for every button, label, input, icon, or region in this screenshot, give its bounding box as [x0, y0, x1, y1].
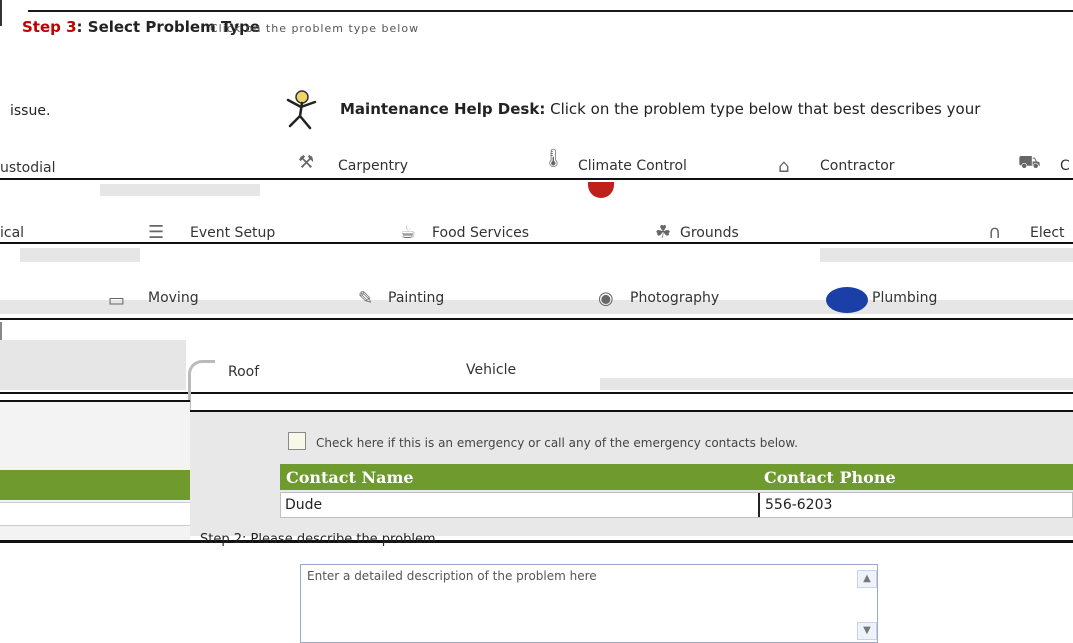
top-rule — [28, 10, 1073, 12]
category-vehicle[interactable]: Vehicle — [466, 362, 516, 378]
helpdesk-description: Click on the problem type below that bes… — [550, 100, 981, 118]
row4-rule — [0, 392, 1073, 394]
category-carpentry[interactable]: Carpentry — [338, 158, 408, 174]
food-services-icon: ☕ — [400, 222, 417, 243]
description-textarea[interactable]: Enter a detailed description of the prob… — [300, 564, 878, 643]
cell-divider — [758, 493, 760, 517]
helpdesk-title: Maintenance Help Desk: Click on the prob… — [340, 100, 980, 118]
category-painting[interactable]: Painting — [388, 290, 444, 306]
left-panel — [0, 400, 190, 542]
step-title-number: Step 3 — [22, 18, 77, 36]
row4-band-left — [0, 340, 186, 390]
moving-icon: ▭ — [108, 290, 126, 311]
contact-name-cell: Dude — [285, 497, 323, 513]
saw-icon: ⚒ — [298, 152, 315, 173]
category-electrical[interactable]: Elect — [1030, 225, 1065, 241]
row4-band-right — [600, 378, 1073, 390]
contacts-table-header: Contact Name Contact Phone — [280, 464, 1073, 490]
scroll-up-icon[interactable]: ▲ — [857, 570, 877, 588]
grounds-icon: ☘ — [655, 222, 672, 243]
emergency-checkbox[interactable] — [288, 432, 306, 450]
category-c[interactable]: C — [1060, 158, 1070, 174]
plumbing-badge-icon — [826, 287, 868, 313]
contact-phone-header: Contact Phone — [764, 468, 896, 487]
category-moving[interactable]: Moving — [148, 290, 199, 306]
electrical-icon: ∩ — [988, 222, 1002, 243]
category-contractor[interactable]: Contractor — [820, 158, 895, 174]
helpdesk-title-strong: Maintenance Help Desk: — [340, 100, 546, 118]
scroll-down-icon[interactable]: ▼ — [857, 622, 877, 640]
camera-icon: ◉ — [598, 288, 614, 309]
step2-label: Step 2: Please describe the problem — [200, 532, 436, 547]
category-electrical-left[interactable]: ical — [0, 225, 24, 241]
truck-icon: ⛟ — [1018, 152, 1041, 173]
top-subtitle: Click on the problem type below — [210, 22, 420, 35]
paint-brush-icon: ✎ — [358, 288, 374, 309]
row1-band — [100, 184, 260, 196]
contractor-icon: ⌂ — [778, 156, 790, 177]
category-photography[interactable]: Photography — [630, 290, 719, 306]
left-panel-header — [0, 470, 190, 500]
category-plumbing[interactable]: Plumbing — [872, 290, 937, 306]
row2-band-right — [820, 248, 1073, 262]
row3-rule — [0, 318, 1073, 320]
category-food-services[interactable]: Food Services — [432, 225, 529, 241]
emergency-checkbox-label: Check here if this is an emergency or ca… — [316, 436, 798, 450]
row1-rule — [0, 178, 1073, 180]
issue-text: issue. — [10, 103, 51, 119]
table-row: Dude 556-6203 — [280, 492, 1073, 518]
thermometer-icon: 🌡 — [542, 148, 565, 169]
step2-rule — [0, 540, 1073, 543]
climate-badge — [588, 182, 614, 198]
contact-name-header: Contact Name — [286, 468, 414, 487]
roof-icon — [188, 360, 215, 413]
contact-phone-cell: 556-6203 — [765, 497, 833, 513]
category-event-setup[interactable]: Event Setup — [190, 225, 275, 241]
category-roof[interactable]: Roof — [228, 364, 259, 380]
row2-band-left — [20, 248, 140, 262]
event-setup-icon: ☰ — [148, 222, 165, 243]
helpdesk-person-icon — [282, 88, 322, 130]
category-custodial[interactable]: ustodial — [0, 160, 55, 176]
left-panel-row — [0, 502, 190, 526]
top-left-edge — [0, 0, 12, 26]
category-grounds[interactable]: Grounds — [680, 225, 739, 241]
category-climate-control[interactable]: Climate Control — [578, 158, 687, 174]
